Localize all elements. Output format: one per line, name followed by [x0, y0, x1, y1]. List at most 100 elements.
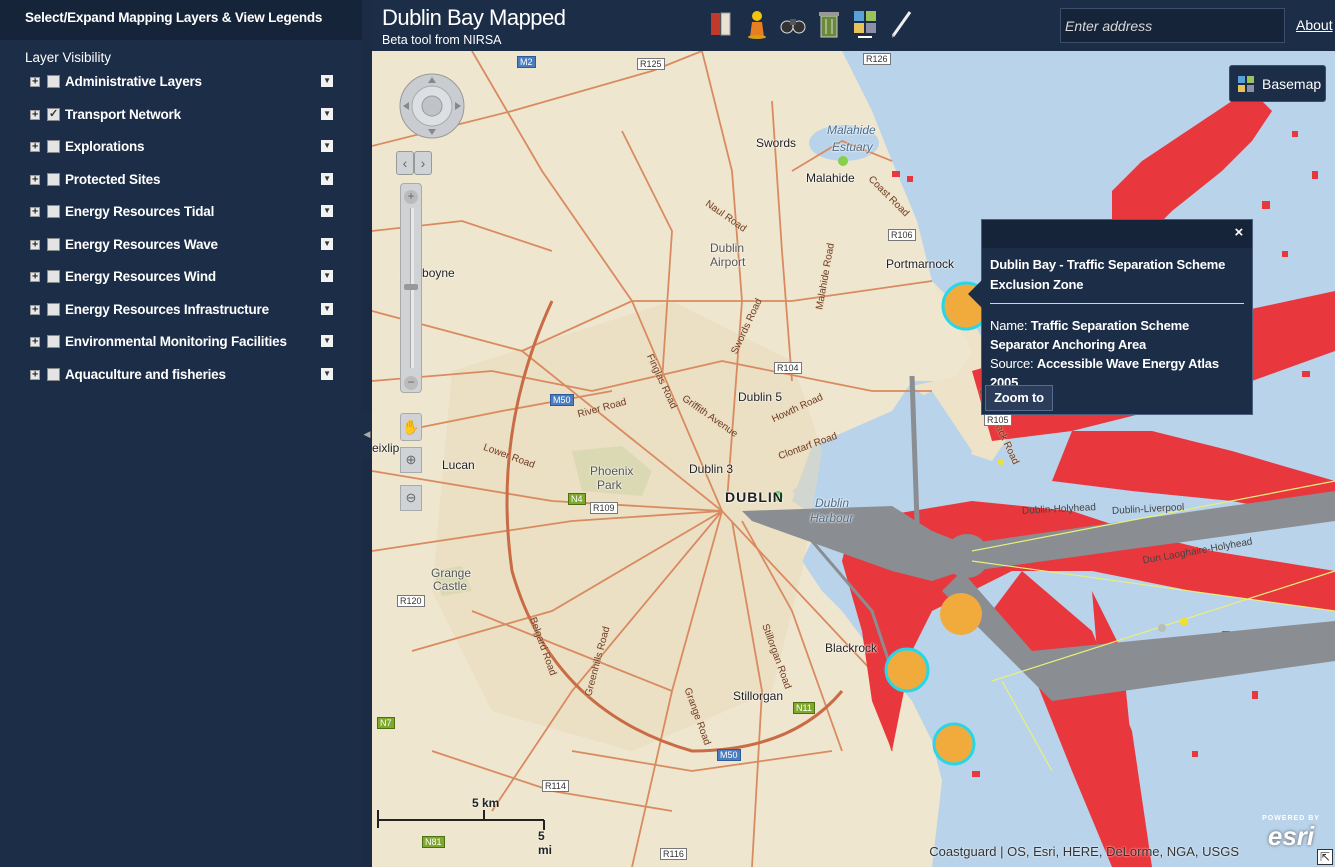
layer-checkbox[interactable] [47, 302, 60, 316]
chevron-down-icon[interactable]: ▼ [321, 205, 333, 217]
layer-checkbox[interactable] [47, 335, 60, 348]
esri-logo: POWERED BY esri [1261, 815, 1321, 855]
map-attribution: Coastguard | OS, Esri, HERE, DeLorme, NG… [929, 844, 1239, 859]
zoom-to-button[interactable]: Zoom to [985, 385, 1053, 411]
about-link[interactable]: About [1296, 17, 1333, 33]
resize-arrow-icon[interactable]: ⇱ [1317, 849, 1333, 865]
layer-row[interactable]: + ✓ Transport Network ▼ [0, 107, 362, 140]
layer-checkbox[interactable] [47, 237, 60, 251]
pan-right-button[interactable]: › [414, 151, 432, 175]
layer-list: + Administrative Layers ▼ + ✓ Transport Netwo… [0, 74, 362, 399]
grid-icon[interactable] [851, 8, 879, 40]
binoculars-icon[interactable] [779, 8, 807, 40]
shield-m50-north: M50 [550, 394, 574, 406]
shield-r109: R109 [590, 502, 618, 514]
expand-icon[interactable]: + [30, 109, 40, 120]
shield-r126: R126 [863, 53, 891, 65]
layer-label: Energy Resources Tidal [65, 204, 215, 219]
zoom-slider[interactable]: + − [400, 183, 422, 393]
layer-row[interactable]: + Energy Resources Wave ▼ [0, 237, 362, 270]
place-blackrock: Blackrock [825, 641, 878, 655]
expand-icon[interactable]: + [30, 142, 40, 152]
shield-r114: R114 [542, 780, 569, 792]
basemap-button[interactable]: Basemap [1229, 65, 1326, 102]
shield-r116: R116 [660, 848, 687, 860]
expand-icon[interactable]: + [30, 77, 40, 87]
expand-icon[interactable]: + [30, 207, 40, 217]
zoom-in-tool-icon[interactable]: ⊕ [400, 447, 422, 473]
zoom-in-button[interactable]: + [404, 190, 418, 204]
chevron-down-icon[interactable]: ▼ [321, 270, 333, 282]
layer-checkbox[interactable] [47, 140, 60, 153]
expand-icon[interactable]: + [30, 272, 40, 282]
scale-bar: 5 km 5 mi [376, 796, 556, 857]
expand-icon[interactable]: + [30, 337, 40, 347]
book-icon[interactable] [707, 8, 735, 40]
sidebar-header[interactable]: Select/Expand Mapping Layers & View Lege… [0, 0, 362, 40]
layer-row[interactable]: + Explorations ▼ [0, 139, 362, 172]
pan-left-button[interactable]: ‹ [396, 151, 414, 175]
address-search-input[interactable] [1060, 8, 1285, 43]
place-dublin-harbour: Dublin [815, 496, 850, 510]
layer-row[interactable]: + Aquaculture and fisheries ▼ [0, 367, 362, 400]
place-lucan: Lucan [442, 458, 475, 472]
chevron-down-icon[interactable]: ▼ [321, 75, 333, 87]
marker-yellow-2 [1180, 618, 1188, 626]
shield-n4: N4 [568, 493, 586, 505]
chevron-down-icon[interactable]: ▼ [321, 237, 333, 250]
chevron-down-icon[interactable]: ▼ [321, 172, 333, 185]
chevron-down-icon[interactable]: ▼ [321, 367, 333, 380]
place-phoenix-park: Phoenix [590, 464, 634, 478]
place-leixlip: eixlip [372, 441, 400, 455]
chevron-down-icon[interactable]: ▼ [321, 335, 333, 347]
place-portmarnock: Portmarnock [886, 257, 955, 271]
layer-checkbox[interactable] [47, 172, 60, 186]
zoom-slider-thumb[interactable] [404, 284, 418, 290]
layer-label: Energy Resources Wave [65, 236, 218, 252]
expand-icon[interactable]: + [30, 174, 40, 185]
pencil-icon[interactable] [887, 8, 915, 40]
place-malahide: Malahide [806, 171, 855, 185]
shield-n11: N11 [793, 702, 815, 714]
chevron-down-icon[interactable]: ▼ [321, 140, 333, 152]
layer-checkbox[interactable] [47, 270, 60, 283]
layer-row[interactable]: + Environmental Monitoring Facilities ▼ [0, 334, 362, 367]
chevron-down-icon[interactable]: ▼ [321, 107, 333, 120]
scale-mi-label: 5 mi [538, 829, 553, 857]
feature-popup: × Dublin Bay - Traffic Separation Scheme… [968, 219, 1253, 415]
chevron-down-icon[interactable]: ▼ [321, 302, 333, 315]
layer-row[interactable]: + Administrative Layers ▼ [0, 74, 362, 107]
layer-label: Aquaculture and fisheries [65, 366, 226, 382]
expand-icon[interactable]: + [30, 304, 40, 315]
expand-icon[interactable]: + [30, 239, 40, 250]
close-icon[interactable]: × [1234, 224, 1243, 241]
shield-n7: N7 [377, 717, 395, 729]
layer-row[interactable]: + Protected Sites ▼ [0, 172, 362, 205]
map-view[interactable]: Swords Malahide Malahide Estuary Dublin … [372, 51, 1335, 867]
expand-icon[interactable]: + [30, 369, 40, 380]
layer-label: Energy Resources Infrastructure [65, 301, 269, 317]
shield-r105: R105 [984, 414, 1012, 426]
zoom-out-button[interactable]: − [404, 376, 418, 390]
shield-r104: R104 [774, 362, 802, 374]
place-dublin5: Dublin 5 [738, 390, 783, 404]
layer-row[interactable]: + Energy Resources Tidal ▼ [0, 204, 362, 237]
trash-icon[interactable] [815, 8, 843, 40]
zoom-out-tool-icon[interactable]: ⊖ [400, 485, 422, 511]
layer-checkbox[interactable] [47, 205, 60, 218]
layer-checkbox[interactable] [47, 367, 60, 381]
place-stillorgan: Stillorgan [733, 689, 784, 703]
place-grange-castle-2: Castle [433, 579, 468, 593]
sidebar-collapse-tab[interactable]: ◀ [362, 410, 372, 458]
shield-r120: R120 [397, 595, 425, 607]
layer-label: Transport Network [65, 106, 181, 122]
layer-row[interactable]: + Energy Resources Infrastructure ▼ [0, 302, 362, 335]
toolbar [707, 8, 915, 42]
layer-checkbox[interactable]: ✓ [47, 107, 60, 121]
hand-pan-icon[interactable]: ✋ [400, 413, 422, 441]
pan-rotate-control[interactable] [398, 63, 466, 153]
layer-checkbox[interactable] [47, 75, 60, 88]
shield-r106: R106 [888, 229, 916, 241]
layer-row[interactable]: + Energy Resources Wind ▼ [0, 269, 362, 302]
person-icon[interactable] [743, 8, 771, 40]
